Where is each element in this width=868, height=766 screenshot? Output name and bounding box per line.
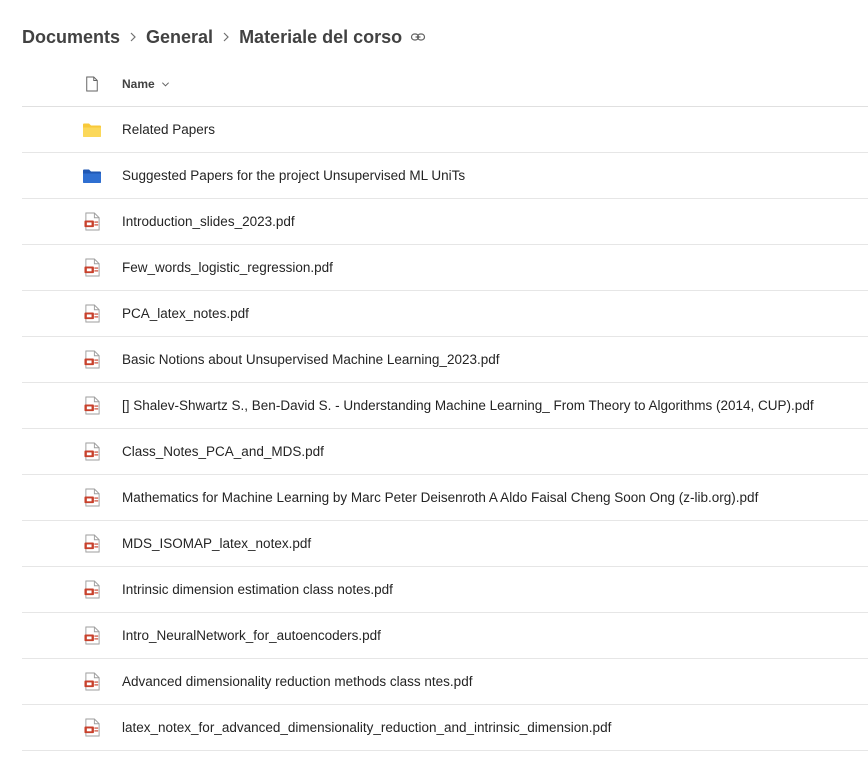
- file-list: Name Related Papers Suggested Papers for …: [22, 62, 868, 751]
- list-item[interactable]: latex_notex_for_advanced_dimensionality_…: [22, 705, 868, 751]
- list-item[interactable]: Basic Notions about Unsupervised Machine…: [22, 337, 868, 383]
- list-item[interactable]: Introduction_slides_2023.pdf: [22, 199, 868, 245]
- file-name[interactable]: latex_notex_for_advanced_dimensionality_…: [122, 720, 611, 735]
- pdf-icon: [82, 534, 102, 554]
- pdf-icon: [82, 672, 102, 692]
- file-rows: Related Papers Suggested Papers for the p…: [22, 107, 868, 751]
- file-name[interactable]: MDS_ISOMAP_latex_notex.pdf: [122, 536, 311, 551]
- file-name[interactable]: Few_words_logistic_regression.pdf: [122, 260, 333, 275]
- pdf-icon: [82, 718, 102, 738]
- name-column-header[interactable]: Name: [122, 77, 170, 91]
- list-item[interactable]: MDS_ISOMAP_latex_notex.pdf: [22, 521, 868, 567]
- file-name[interactable]: Class_Notes_PCA_and_MDS.pdf: [122, 444, 324, 459]
- file-name[interactable]: Basic Notions about Unsupervised Machine…: [122, 352, 500, 367]
- file-name[interactable]: PCA_latex_notes.pdf: [122, 306, 249, 321]
- file-name[interactable]: Mathematics for Machine Learning by Marc…: [122, 490, 758, 505]
- chevron-right-icon: [120, 32, 146, 42]
- chevron-right-icon: [213, 32, 239, 42]
- pdf-icon: [82, 396, 102, 416]
- document-icon[interactable]: [82, 74, 102, 94]
- file-name[interactable]: [] Shalev-Shwartz S., Ben-David S. - Und…: [122, 398, 814, 413]
- link-icon[interactable]: [410, 29, 426, 45]
- pdf-icon: [82, 350, 102, 370]
- pdf-icon: [82, 626, 102, 646]
- pdf-icon: [82, 488, 102, 508]
- list-item[interactable]: Class_Notes_PCA_and_MDS.pdf: [22, 429, 868, 475]
- list-item[interactable]: Few_words_logistic_regression.pdf: [22, 245, 868, 291]
- list-item[interactable]: PCA_latex_notes.pdf: [22, 291, 868, 337]
- pdf-icon: [82, 258, 102, 278]
- list-item[interactable]: Intrinsic dimension estimation class not…: [22, 567, 868, 613]
- pdf-icon: [82, 304, 102, 324]
- list-item[interactable]: [] Shalev-Shwartz S., Ben-David S. - Und…: [22, 383, 868, 429]
- chevron-down-icon[interactable]: [161, 80, 170, 89]
- list-item[interactable]: Advanced dimensionality reduction method…: [22, 659, 868, 705]
- file-name[interactable]: Intrinsic dimension estimation class not…: [122, 582, 393, 597]
- list-header: Name: [22, 62, 868, 107]
- file-name[interactable]: Suggested Papers for the project Unsuper…: [122, 168, 465, 183]
- breadcrumb-general[interactable]: General: [146, 27, 213, 48]
- pdf-icon: [82, 212, 102, 232]
- file-name[interactable]: Advanced dimensionality reduction method…: [122, 674, 472, 689]
- folder-yellow-icon: [82, 120, 102, 140]
- pdf-icon: [82, 580, 102, 600]
- list-item[interactable]: Intro_NeuralNetwork_for_autoencoders.pdf: [22, 613, 868, 659]
- list-item[interactable]: Suggested Papers for the project Unsuper…: [22, 153, 868, 199]
- list-item[interactable]: Related Papers: [22, 107, 868, 153]
- file-name[interactable]: Intro_NeuralNetwork_for_autoencoders.pdf: [122, 628, 381, 643]
- folder-blue-icon: [82, 166, 102, 186]
- breadcrumb-documents[interactable]: Documents: [22, 27, 120, 48]
- pdf-icon: [82, 442, 102, 462]
- breadcrumb: Documents General Materiale del corso: [22, 22, 426, 52]
- breadcrumb-current-folder: Materiale del corso: [239, 26, 403, 47]
- list-item[interactable]: Mathematics for Machine Learning by Marc…: [22, 475, 868, 521]
- name-column-label: Name: [122, 77, 155, 91]
- file-name[interactable]: Related Papers: [122, 122, 215, 137]
- file-name[interactable]: Introduction_slides_2023.pdf: [122, 214, 295, 229]
